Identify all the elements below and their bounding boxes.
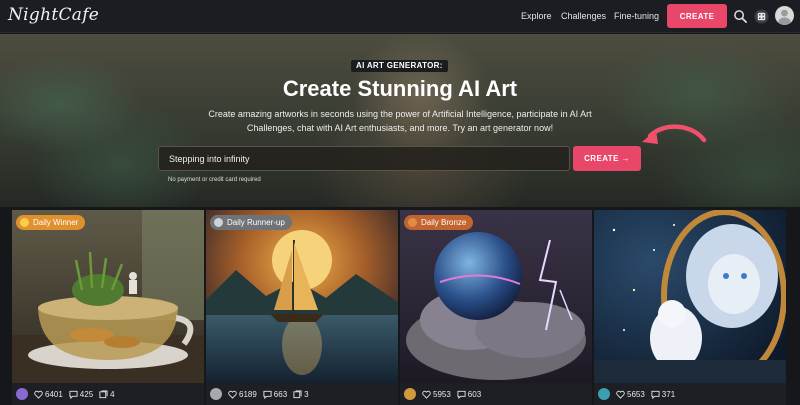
artwork-image-storm-planet[interactable] <box>400 210 592 383</box>
heart-icon <box>228 390 237 399</box>
likes-count[interactable]: 5953 <box>422 390 451 399</box>
comments-value: 663 <box>273 389 288 399</box>
images-value: 4 <box>110 389 115 399</box>
medal-icon <box>408 218 417 227</box>
prompt-input[interactable] <box>158 146 570 171</box>
hero-subtitle: Create amazing artworks in seconds using… <box>208 109 592 133</box>
likes-value: 5953 <box>433 389 451 399</box>
creator-avatar[interactable] <box>404 388 416 400</box>
comments-value: 425 <box>79 389 94 399</box>
artwork-card[interactable]: Daily Winner 6401 425 4 <box>12 210 204 405</box>
nav-link-fine-tuning[interactable]: Fine-tuning <box>614 11 659 21</box>
likes-count[interactable]: 5653 <box>616 390 645 399</box>
artwork-image-lion-mirror[interactable] <box>594 210 786 383</box>
creator-avatar[interactable] <box>16 388 28 400</box>
artwork-card[interactable]: Daily Bronze 5953 603 <box>400 210 592 405</box>
nav-link-challenges[interactable]: Challenges <box>561 11 606 21</box>
heart-icon <box>34 390 43 399</box>
daily-runner-up-tag: Daily Runner-up <box>210 215 292 230</box>
artwork-image-teacup-fishing[interactable] <box>12 210 204 383</box>
top-navbar: NightCafe Explore Challenges Fine-tuning… <box>0 0 800 33</box>
nav-link-explore[interactable]: Explore <box>521 11 552 21</box>
nightcafe-logo[interactable]: NightCafe <box>8 5 99 25</box>
artwork-image-sailboat-moon[interactable] <box>206 210 398 383</box>
hero-section: AI ART GENERATOR: Create Stunning AI Art… <box>0 34 800 207</box>
likes-count[interactable]: 6189 <box>228 390 257 399</box>
user-avatar[interactable] <box>775 6 794 25</box>
artwork-stats: 6401 425 4 <box>16 387 115 401</box>
comments-count[interactable]: 663 <box>263 390 287 399</box>
tag-label: Daily Winner <box>33 218 79 227</box>
comments-value: 371 <box>661 389 676 399</box>
comments-count[interactable]: 371 <box>651 390 675 399</box>
daily-winner-tag: Daily Winner <box>16 215 86 230</box>
tag-label: Daily Runner-up <box>227 218 285 227</box>
ai-art-generator-badge: AI ART GENERATOR: <box>351 60 448 72</box>
comments-count[interactable]: 603 <box>457 390 481 399</box>
comment-icon <box>651 390 660 399</box>
artwork-stats: 5653 371 <box>598 387 675 401</box>
comments-value: 603 <box>467 389 482 399</box>
curved-arrow-icon <box>642 124 707 144</box>
comment-icon <box>457 390 466 399</box>
images-icon <box>293 389 302 398</box>
creator-avatar[interactable] <box>210 388 222 400</box>
artwork-card[interactable]: Daily Runner-up 6189 663 3 <box>206 210 398 405</box>
heart-icon <box>616 390 625 399</box>
medal-icon <box>214 218 223 227</box>
no-payment-hint: No payment or credit card required <box>168 177 261 183</box>
hero-title: Create Stunning AI Art <box>282 76 518 101</box>
artwork-card[interactable]: 5653 371 <box>594 210 786 405</box>
images-value: 3 <box>304 389 309 399</box>
likes-value: 5653 <box>627 389 645 399</box>
comment-icon <box>263 390 272 399</box>
artwork-stats: 6189 663 3 <box>210 387 309 401</box>
daily-bronze-tag: Daily Bronze <box>404 215 474 230</box>
likes-count[interactable]: 6401 <box>34 390 63 399</box>
artwork-stats: 5953 603 <box>404 387 481 401</box>
nav-create-button[interactable]: CREATE <box>667 4 727 28</box>
comment-icon <box>69 390 78 399</box>
tag-label: Daily Bronze <box>421 218 467 227</box>
images-count[interactable]: 4 <box>99 389 115 399</box>
hero-create-button[interactable]: CREATE → <box>573 146 641 171</box>
daily-challenge-gallery: Daily Winner 6401 425 4 Daily Runner-up … <box>0 207 800 405</box>
likes-value: 6189 <box>239 389 257 399</box>
images-count[interactable]: 3 <box>293 389 309 399</box>
search-icon[interactable] <box>733 9 748 24</box>
comments-count[interactable]: 425 <box>69 390 93 399</box>
images-icon <box>99 389 108 398</box>
likes-value: 6401 <box>45 389 63 399</box>
medal-icon <box>20 218 29 227</box>
creator-avatar[interactable] <box>598 388 610 400</box>
dice-icon[interactable] <box>754 9 769 24</box>
heart-icon <box>422 390 431 399</box>
